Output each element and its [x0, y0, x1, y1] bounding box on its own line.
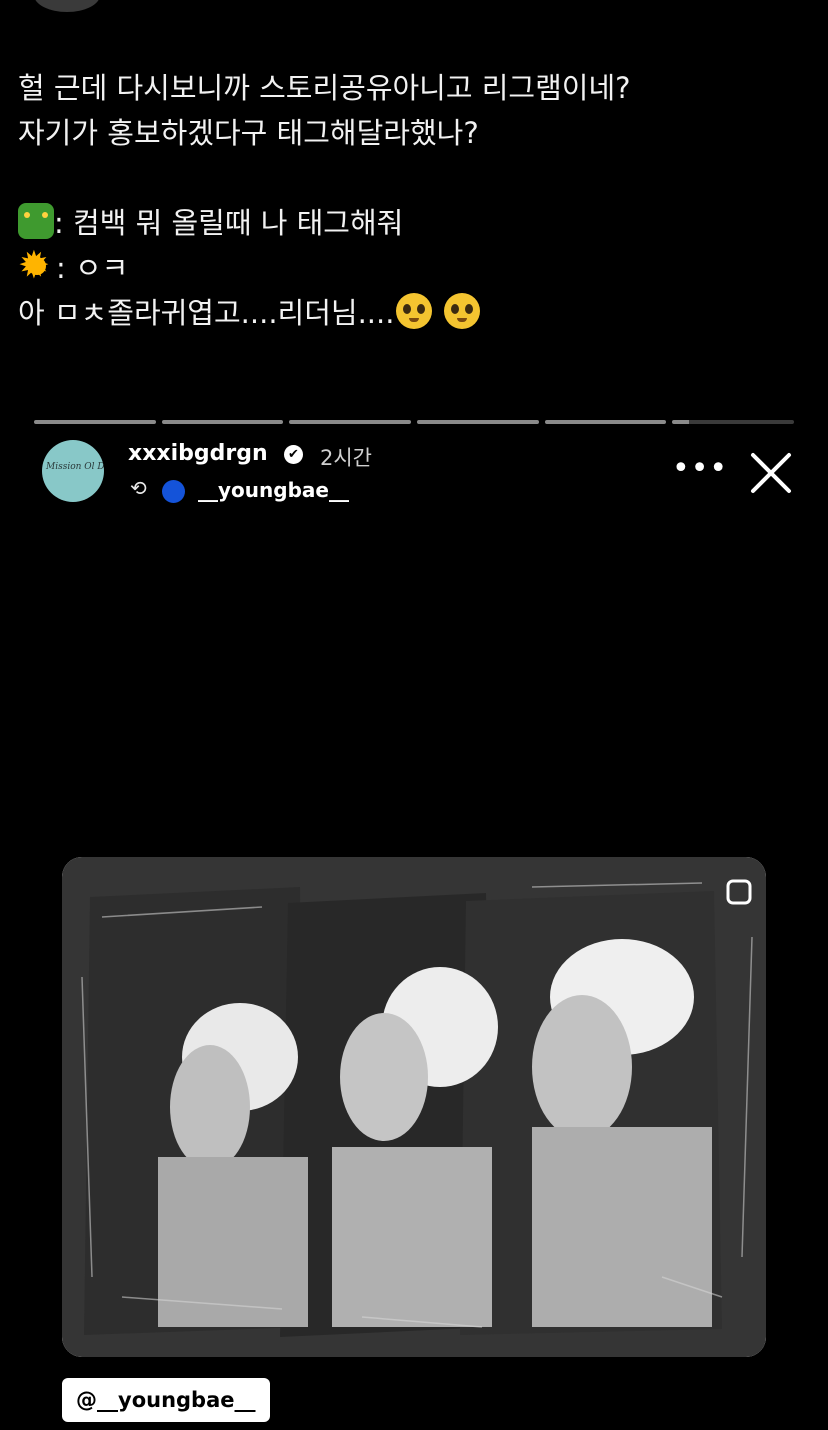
pleading-face-emoji-icon: [443, 293, 480, 329]
story-progress-segment: [544, 420, 667, 424]
post-line-5-text: 아 ㅁㅊ졸라귀엽고....리더님....: [18, 296, 395, 330]
story-progress-segment: [289, 420, 412, 424]
story-header: Mission Ol Dragon xxxibgdrgn ✔ 2시간 ⟲ __y…: [0, 436, 828, 516]
verified-badge-icon: ✔: [284, 445, 303, 464]
story-progress-segment: [161, 420, 284, 424]
post-line-3: : 컴백 뭐 올릴때 나 태그해줘: [18, 201, 808, 246]
story-progress-segment: [417, 420, 539, 424]
dragon-emoji-icon: [18, 203, 54, 239]
sun-emoji-icon: [18, 243, 56, 288]
story-progress-segment-current: [672, 420, 795, 424]
more-options-icon[interactable]: •••: [672, 454, 728, 484]
repost-icon: ⟲: [130, 476, 147, 500]
repost-source-username[interactable]: __youngbae__: [198, 478, 349, 502]
story-username[interactable]: xxxibgdrgn: [128, 441, 268, 466]
post-line-1: 헐 근데 다시보니까 스토리공유아니고 리그램이네?: [18, 71, 631, 105]
story-avatar[interactable]: Mission Ol Dragon: [42, 440, 104, 502]
story-progress-bar: [34, 420, 795, 424]
post-line-4-text: : ㅇㅋ: [56, 251, 129, 285]
post-body: 헐 근데 다시보니까 스토리공유아니고 리그램이네? 자기가 홍보하겠다구 태그…: [18, 66, 808, 336]
story-photo[interactable]: [62, 857, 766, 1357]
post-line-2: 자기가 홍보하겠다구 태그해달라했나?: [18, 116, 479, 150]
pleading-face-emoji-icon: [396, 293, 433, 329]
top-profile-avatar[interactable]: [34, 0, 100, 12]
post-line-4: : ㅇㅋ: [18, 243, 808, 291]
mention-sticker[interactable]: @__youngbae__: [62, 1378, 270, 1422]
repost-source-avatar[interactable]: [162, 480, 185, 503]
post-line-5: 아 ㅁㅊ졸라귀엽고....리더님....: [18, 291, 808, 336]
story-avatar-text: Mission Ol Dragon: [46, 462, 104, 472]
story-timestamp: 2시간: [320, 446, 373, 470]
close-icon[interactable]: [748, 450, 794, 496]
story-progress-segment: [34, 420, 156, 424]
post-line-3-text: : 컴백 뭐 올릴때 나 태그해줘: [54, 206, 404, 240]
